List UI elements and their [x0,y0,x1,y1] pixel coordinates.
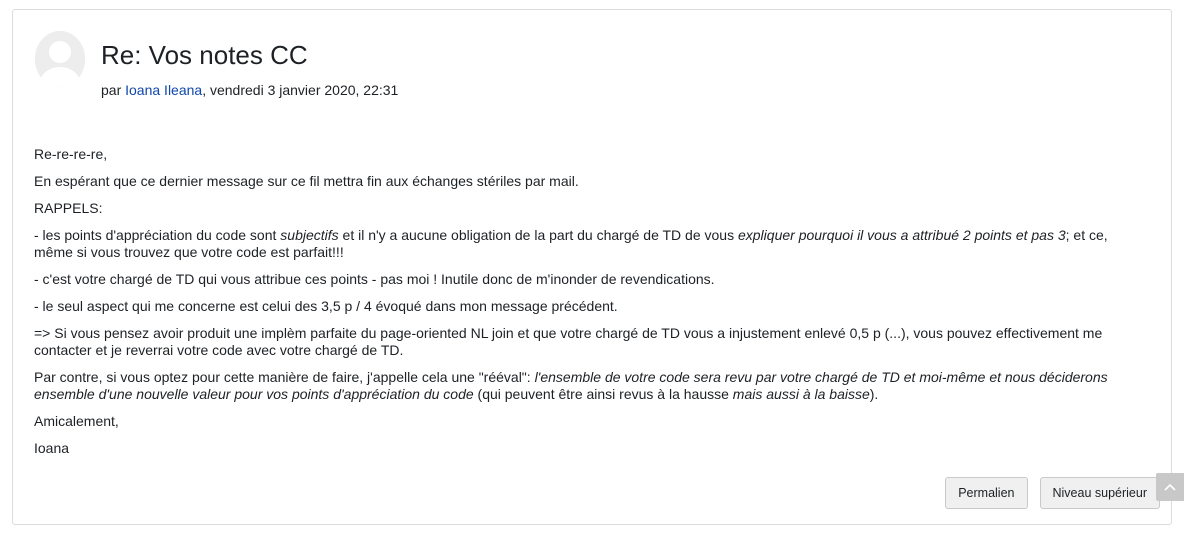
italic-text: mais aussi à la baisse [732,386,870,402]
post-paragraph: En espérant que ce dernier message sur c… [34,173,1150,190]
parent-post-button[interactable]: Niveau supérieur [1039,477,1160,509]
text-run: Amicalement, [34,413,119,429]
post-paragraph: - c'est votre chargé de TD qui vous attr… [34,271,1150,288]
post-actions: Permalien Niveau supérieur [945,477,1160,509]
post-paragraph: - les points d'appréciation du code sont… [34,227,1150,261]
text-run: - le seul aspect qui me concerne est cel… [34,298,618,314]
post-paragraph: Par contre, si vous optez pour cette man… [34,369,1150,403]
post-content: Re-re-re-re, En espérant que ce dernier m… [34,146,1150,467]
post-byline: par Ioana Ileana, vendredi 3 janvier 202… [101,81,398,99]
text-run: (qui peuvent être ainsi revus à la hauss… [473,386,733,402]
post-paragraph: RAPPELS: [34,200,1150,217]
text-run: ). [869,386,879,402]
italic-text: subjectifs [280,227,339,243]
post-date: , vendredi 3 janvier 2020, 22:31 [202,82,399,98]
forum-post: Re: Vos notes CC par Ioana Ileana, vendr… [12,9,1172,525]
text-run: et il n'y a aucune obligation de la part… [338,227,738,243]
post-paragraph: Amicalement, [34,413,1150,430]
text-run: - c'est votre chargé de TD qui vous attr… [34,271,715,287]
author-link[interactable]: Ioana Ileana [125,82,202,98]
chevron-up-icon[interactable] [1156,473,1184,501]
text-run: En espérant que ce dernier message sur c… [34,173,579,189]
post-paragraph: => Si vous pensez avoir produit une impl… [34,325,1150,359]
text-run: => Si vous pensez avoir produit une impl… [34,325,1103,358]
text-run: Par contre, si vous optez pour cette man… [34,369,535,385]
permalink-button[interactable]: Permalien [945,477,1028,509]
post-paragraph: Ioana [34,440,1150,457]
avatar-icon[interactable] [35,31,85,87]
text-run: RAPPELS: [34,200,103,216]
post-paragraph: - le seul aspect qui me concerne est cel… [34,298,1150,315]
italic-text: expliquer pourquoi il vous a attribué 2 … [737,227,1066,243]
byline-prefix: par [101,82,126,98]
post-title: Re: Vos notes CC [101,40,308,70]
text-run: Ioana [34,440,70,456]
text-run: - les points d'appréciation du code sont [34,227,281,243]
post-paragraph: Re-re-re-re, [34,146,1150,163]
text-run: Re-re-re-re, [34,146,108,162]
